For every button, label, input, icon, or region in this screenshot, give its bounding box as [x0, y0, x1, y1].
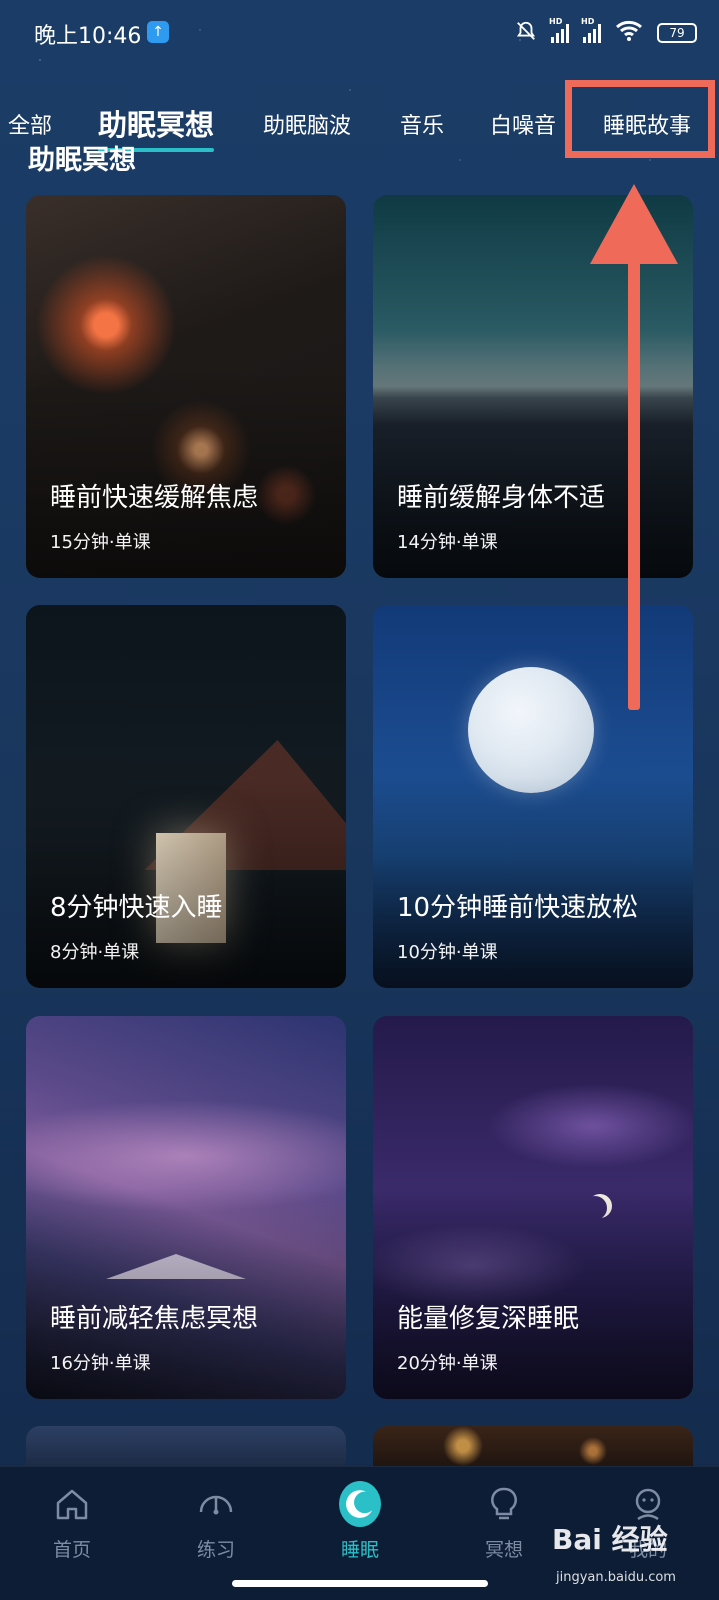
- mute-bell-icon: [515, 20, 537, 46]
- tab-brainwave[interactable]: 助眠脑波: [263, 108, 351, 140]
- course-card[interactable]: 能量修复深睡眠 20分钟·单课: [373, 1016, 693, 1399]
- course-card[interactable]: 10分钟睡前快速放松 10分钟·单课: [373, 605, 693, 988]
- course-card[interactable]: 8分钟快速入睡 8分钟·单课: [26, 605, 346, 988]
- card-meta: 8分钟·单课: [50, 942, 140, 963]
- card-meta: 14分钟·单课: [397, 532, 498, 553]
- card-meta: 15分钟·单课: [50, 532, 151, 553]
- signal-icon-1: HD: [549, 17, 569, 43]
- card-title: 8分钟快速入睡: [50, 893, 223, 923]
- card-title: 睡前快速缓解焦虑: [50, 483, 259, 513]
- upload-icon: ↑: [147, 21, 169, 43]
- watermark-url: jingyan.baidu.com: [556, 1570, 676, 1585]
- lightbulb-icon: [483, 1483, 525, 1525]
- section-title: 助眠冥想: [28, 145, 136, 176]
- tab-all[interactable]: 全部: [8, 108, 52, 140]
- course-card-partial[interactable]: [26, 1426, 346, 1466]
- tab-music[interactable]: 音乐: [400, 108, 444, 140]
- nav-home[interactable]: 首页: [22, 1483, 122, 1562]
- status-bar: 晚上10:46 ↑ HD HD 79: [0, 0, 719, 66]
- card-title: 睡前减轻焦虑冥想: [50, 1304, 259, 1334]
- tab-white-noise[interactable]: 白噪音: [490, 108, 556, 140]
- status-time: 晚上10:46: [34, 24, 142, 49]
- gauge-icon: [195, 1483, 237, 1525]
- nav-sleep[interactable]: 睡眠: [310, 1481, 410, 1562]
- course-card[interactable]: 睡前快速缓解焦虑 15分钟·单课: [26, 195, 346, 578]
- home-indicator[interactable]: [232, 1580, 488, 1587]
- battery-icon: 79: [657, 23, 697, 43]
- card-meta: 20分钟·单课: [397, 1353, 498, 1374]
- card-title: 睡前缓解身体不适: [397, 483, 606, 513]
- home-icon: [51, 1483, 93, 1525]
- full-moon: [468, 667, 594, 793]
- signal-icon-2: HD: [581, 17, 601, 43]
- nav-meditation[interactable]: 冥想: [454, 1483, 554, 1562]
- card-meta: 10分钟·单课: [397, 942, 498, 963]
- annotation-arrow-head: [590, 184, 678, 264]
- annotation-highlight-box: [565, 80, 715, 158]
- course-card[interactable]: 睡前减轻焦虑冥想 16分钟·单课: [26, 1016, 346, 1399]
- nav-practice[interactable]: 练习: [166, 1483, 266, 1562]
- card-meta: 16分钟·单课: [50, 1353, 151, 1374]
- wifi-icon: [615, 20, 643, 46]
- card-title: 10分钟睡前快速放松: [397, 893, 639, 923]
- card-title: 能量修复深睡眠: [397, 1304, 580, 1334]
- annotation-arrow: [628, 250, 640, 710]
- course-card-partial[interactable]: [373, 1426, 693, 1466]
- watermark-logo: Bai 经验: [552, 1523, 668, 1556]
- moon-icon: [339, 1481, 381, 1527]
